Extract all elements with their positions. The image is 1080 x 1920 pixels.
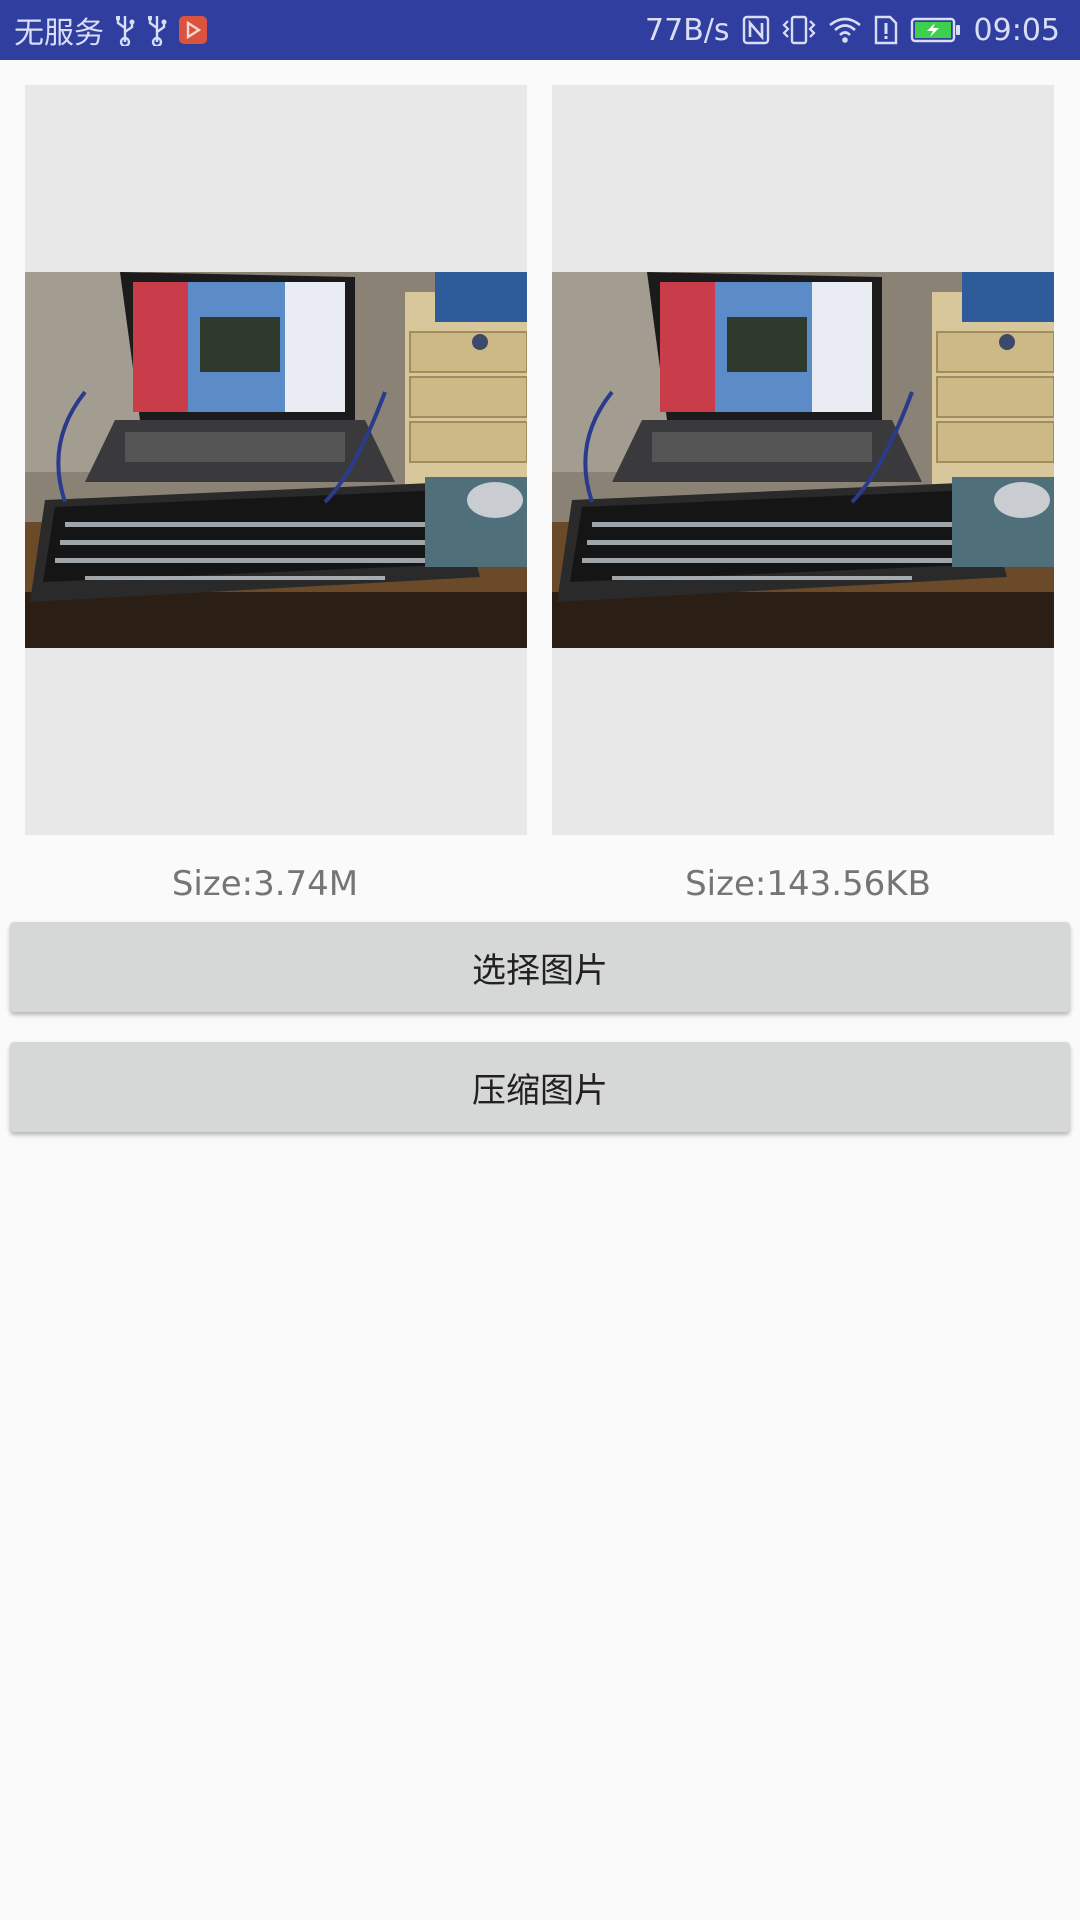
app-notification-icon: [178, 15, 208, 45]
original-image-view: [25, 85, 527, 835]
battery-charging-icon: [910, 16, 962, 44]
compress-image-button[interactable]: 压缩图片: [10, 1042, 1070, 1132]
status-bar: 无服务 77B/s 09:05: [0, 0, 1080, 60]
vibrate-icon: [781, 15, 816, 45]
network-speed: 77B/s: [645, 12, 730, 48]
nfc-icon: [742, 15, 770, 45]
compressed-size-label: Size:143.56KB: [685, 864, 931, 904]
select-image-button[interactable]: 选择图片: [10, 922, 1070, 1012]
carrier-status: 无服务: [14, 16, 104, 51]
compressed-photo: [552, 272, 1054, 648]
original-photo: [25, 272, 527, 648]
clock: 09:05: [973, 12, 1060, 48]
sim-alert-icon: [874, 15, 898, 45]
wifi-icon: [828, 16, 862, 44]
usb-icon: [114, 14, 136, 46]
usb-icon: [146, 14, 168, 46]
original-size-label: Size:3.74M: [171, 864, 359, 904]
compressed-image-view: [552, 85, 1054, 835]
